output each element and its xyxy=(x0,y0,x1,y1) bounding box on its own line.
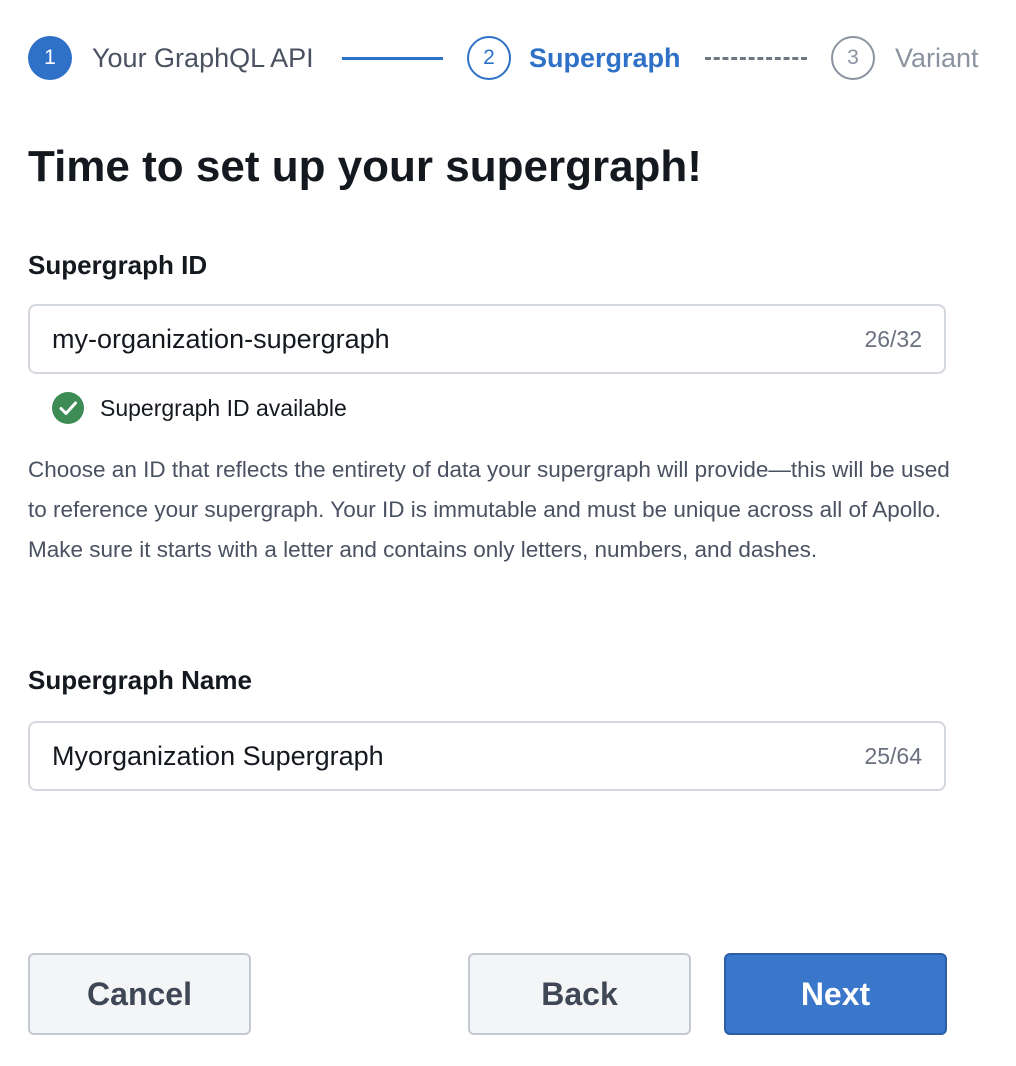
step-1-label: Your GraphQL API xyxy=(92,42,314,73)
supergraph-name-char-count: 25/64 xyxy=(864,742,922,769)
back-button[interactable]: Back xyxy=(468,953,691,1035)
step-2-label: Supergraph xyxy=(529,42,681,73)
step-connector-pending xyxy=(705,57,807,60)
step-your-graphql-api: 1 Your GraphQL API xyxy=(28,34,314,82)
supergraph-name-field[interactable]: 25/64 xyxy=(28,721,946,791)
step-supergraph: 2 Supergraph xyxy=(467,34,681,82)
supergraph-id-help-text: Choose an ID that reflects the entirety … xyxy=(28,457,950,562)
page-title: Time to set up your supergraph! xyxy=(28,142,702,191)
step-2-number: 2 xyxy=(467,36,511,80)
step-3-number: 3 xyxy=(831,36,875,80)
supergraph-id-field[interactable]: 26/32 xyxy=(28,304,946,374)
cancel-button[interactable]: Cancel xyxy=(28,953,251,1035)
check-circle-icon xyxy=(52,392,84,424)
supergraph-name-input[interactable] xyxy=(52,740,865,772)
validation-message: Supergraph ID available xyxy=(100,394,347,421)
step-variant: 3 Variant xyxy=(831,34,979,82)
supergraph-id-label: Supergraph ID xyxy=(28,250,208,280)
supergraph-name-label: Supergraph Name xyxy=(28,665,252,695)
step-connector-completed xyxy=(342,57,443,60)
supergraph-id-char-count: 26/32 xyxy=(864,325,922,352)
supergraph-id-validation: Supergraph ID available xyxy=(52,392,347,424)
step-3-label: Variant xyxy=(895,42,979,73)
supergraph-id-input[interactable] xyxy=(52,323,865,355)
step-1-number: 1 xyxy=(28,36,72,80)
progress-stepper: 1 Your GraphQL API 2 Supergraph 3 Varian… xyxy=(28,34,998,82)
next-button[interactable]: Next xyxy=(724,953,947,1035)
